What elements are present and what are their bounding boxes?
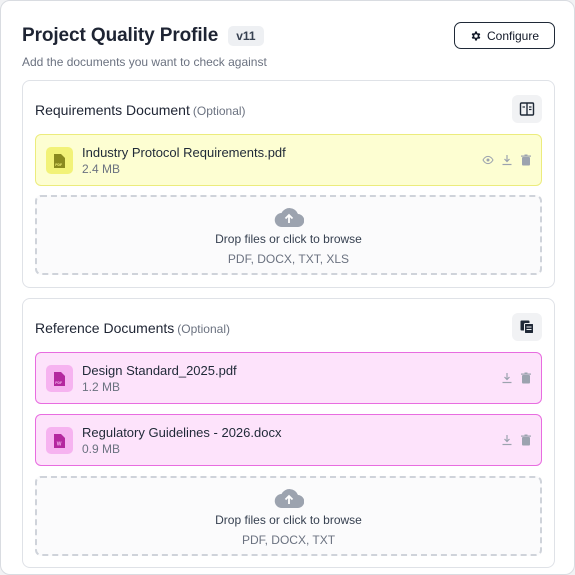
svg-text:PDF: PDF [55,380,62,384]
pdf-file-icon: PDF [46,147,73,174]
dropzone-label: Drop files or click to browse [215,513,362,527]
pdf-file-icon: PDF [46,365,73,392]
version-badge: v11 [228,26,264,46]
dropzone-file-types: PDF, DOCX, TXT [241,533,336,547]
file-name: Industry Protocol Requirements.pdf [82,145,286,160]
reference-file-card[interactable]: PDF Design Standard_2025.pdf 1.2 MB [35,352,542,404]
svg-text:PDF: PDF [55,162,62,166]
delete-icon[interactable] [520,372,532,384]
requirements-optional: (Optional) [192,104,246,118]
file-actions [482,154,532,166]
download-icon[interactable] [501,154,513,166]
reference-title: Reference Documents (Optional) [35,320,230,336]
requirements-dropzone[interactable]: Drop files or click to browse PDF, DOCX,… [35,195,542,275]
view-icon[interactable] [482,154,494,166]
file-name: Design Standard_2025.pdf [82,363,237,378]
delete-icon[interactable] [520,154,532,166]
reference-dropzone[interactable]: Drop files or click to browse PDF, DOCX,… [35,476,542,556]
requirements-section: Requirements Document (Optional) PDF Indu… [22,80,555,288]
dropzone-label: Drop files or click to browse [215,232,362,246]
configure-label: Configure [486,28,540,43]
reference-section: Reference Documents (Optional) PDF Design… [22,298,555,568]
quality-profile-panel: Project Quality Profile v11 Add the docu… [0,0,575,575]
reference-file-card[interactable]: W Regulatory Guidelines - 2026.docx 0.9 … [35,414,542,466]
requirements-title: Requirements Document (Optional) [35,102,246,118]
cloud-upload-icon [37,487,540,509]
header: Project Quality Profile v11 [22,23,264,49]
requirements-file-card[interactable]: PDF Industry Protocol Requirements.pdf 2… [35,134,542,186]
page-title: Project Quality Profile [22,25,219,46]
requirements-info-button[interactable] [512,95,542,123]
file-size: 1.2 MB [82,380,121,394]
gear-icon [471,31,481,40]
file-actions [501,434,532,446]
file-size: 0.9 MB [82,442,121,456]
word-file-icon: W [46,427,73,454]
svg-text:W: W [57,441,62,447]
dropzone-file-types: PDF, DOCX, TXT, XLS [227,252,350,266]
download-icon[interactable] [501,372,513,384]
download-icon[interactable] [501,434,513,446]
reference-optional: (Optional) [177,322,230,336]
cloud-upload-icon [37,206,540,228]
documents-stack-icon [520,320,534,334]
reference-info-button[interactable] [512,313,542,341]
delete-icon[interactable] [520,434,532,446]
file-size: 2.4 MB [82,162,121,176]
book-icon [519,102,535,116]
page-subtitle: Add the documents you want to check agai… [22,55,267,69]
file-actions [501,372,532,384]
configure-button[interactable]: Configure [454,22,555,49]
file-name: Regulatory Guidelines - 2026.docx [82,425,282,440]
